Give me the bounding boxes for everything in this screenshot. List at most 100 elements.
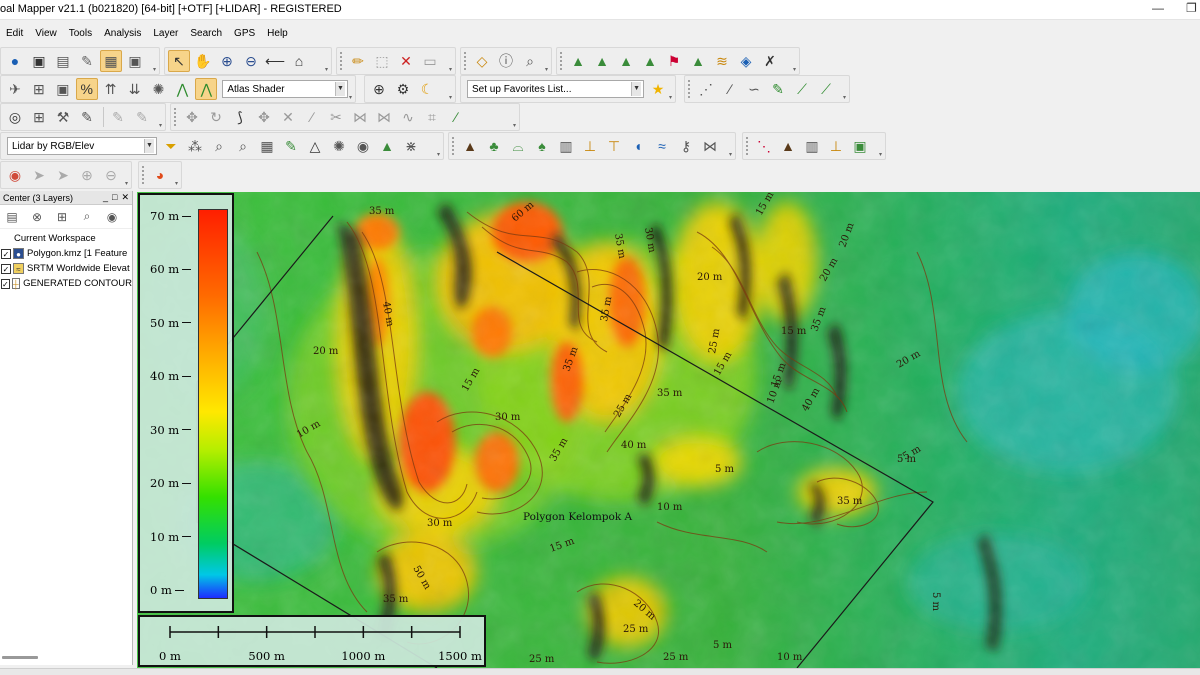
contour-icon[interactable]: ≋ [711, 50, 733, 72]
vegetation-icon[interactable]: ♣ [483, 135, 505, 157]
cut-icon[interactable]: ✂ [325, 106, 347, 128]
panel-maximize-button[interactable]: □ [112, 192, 117, 203]
menu-view[interactable]: View [29, 28, 63, 39]
overview-icon[interactable]: ▣ [124, 50, 146, 72]
select-cursor-icon[interactable]: ↖ [168, 50, 190, 72]
toolbar-overflow-icon[interactable]: ▾ [325, 66, 331, 74]
toolbar-overflow-icon[interactable]: ▾ [449, 94, 455, 102]
toolbar-grip[interactable] [464, 52, 467, 70]
snap-icon[interactable]: ∕ [301, 106, 323, 128]
panel-close-button[interactable]: ✕ [121, 192, 129, 203]
gps-arrow-icon[interactable]: ➤ [52, 164, 74, 186]
panel-scrollbar[interactable] [2, 656, 38, 659]
toolbar-grip[interactable] [560, 52, 563, 70]
record-icon[interactable]: ◉ [4, 164, 26, 186]
point-draw-icon[interactable]: ⋰ [695, 78, 717, 100]
toolbar-overflow-icon[interactable]: ▾ [349, 94, 355, 102]
target-icon[interactable]: ◎ [4, 106, 26, 128]
workspace-icon[interactable]: ▤ [52, 50, 74, 72]
toolbar-overflow-icon[interactable]: ▾ [843, 94, 849, 102]
save-icon[interactable]: ▣ [28, 50, 50, 72]
pie-chart-icon[interactable]: ◕ [149, 164, 171, 186]
menu-layer[interactable]: Layer [147, 28, 184, 39]
map-view[interactable]: 35 m 60 m 30 m 35 m 15 m 20 m 20 m 40 m … [137, 192, 1200, 668]
info-icon[interactable]: ⓘ [495, 50, 517, 72]
scale-icon[interactable]: ✕ [277, 106, 299, 128]
elev-marker-icon[interactable]: ⊥ [825, 135, 847, 157]
lidar-edit-icon[interactable]: ✎ [280, 135, 302, 157]
reshape-icon[interactable]: ⟆ [229, 106, 251, 128]
lidar-select-icon[interactable]: ⌕ [232, 135, 254, 157]
gps-remove-icon[interactable]: ⊖ [100, 164, 122, 186]
toolbar-overflow-icon[interactable]: ▾ [449, 66, 455, 74]
home-icon[interactable]: ⌂ [288, 50, 310, 72]
transect-icon[interactable]: ▥ [801, 135, 823, 157]
terrain-icon[interactable]: ▲ [567, 50, 589, 72]
merge-icon[interactable]: ⋈ [349, 106, 371, 128]
toolbar-grip[interactable] [452, 137, 455, 155]
menu-edit[interactable]: Edit [0, 28, 29, 39]
toolbar-grip[interactable] [746, 137, 749, 155]
rotate-icon[interactable]: ↻ [205, 106, 227, 128]
crop-icon[interactable]: ⌗ [421, 106, 443, 128]
elevation-down-icon[interactable]: ⇊ [124, 78, 146, 100]
join-line-icon[interactable]: ⟋ [815, 78, 837, 100]
view-layer-icon[interactable]: ◉ [102, 210, 122, 224]
terrain-slope-icon[interactable]: ▲ [687, 50, 709, 72]
config-gear-icon[interactable]: ⚙ [392, 78, 414, 100]
terrain-screen-icon[interactable]: ▣ [849, 135, 871, 157]
view-shed-icon[interactable]: ⚑ [663, 50, 685, 72]
zoom-in-icon[interactable]: ⊕ [216, 50, 238, 72]
gps-add-icon[interactable]: ⊕ [76, 164, 98, 186]
percent-icon[interactable]: % [75, 78, 98, 100]
menu-analysis[interactable]: Analysis [98, 28, 147, 39]
toolbar-overflow-icon[interactable]: ▾ [669, 94, 675, 102]
powerline-icon[interactable]: ⊤ [603, 135, 625, 157]
menu-help[interactable]: Help [261, 28, 294, 39]
vertex-edit-icon[interactable]: ⬚ [371, 50, 393, 72]
layer-checkbox[interactable]: ✓ [1, 263, 11, 274]
volume-icon[interactable]: ▲ [615, 50, 637, 72]
layer-options-icon[interactable]: ▤ [2, 210, 22, 224]
layer-checkbox[interactable]: ✓ [1, 248, 11, 259]
chevron-down-icon[interactable]: ▼ [334, 82, 345, 96]
wrench-icon[interactable]: ✎ [76, 50, 98, 72]
grid-cut-icon[interactable]: ⊞ [28, 106, 50, 128]
menu-gps[interactable]: GPS [228, 28, 261, 39]
offset-icon[interactable]: ⋈ [373, 106, 395, 128]
favorites-select[interactable]: Set up Favorites List... ▼ [467, 80, 645, 98]
ruler-icon[interactable]: ◇ [471, 50, 493, 72]
layer-item[interactable]: ✓ ≈ SRTM Worldwide Elevat [0, 261, 132, 276]
toolbar-overflow-icon[interactable]: ▾ [793, 66, 799, 74]
smooth-icon[interactable]: ∿ [397, 106, 419, 128]
key-icon[interactable]: ⚷ [675, 135, 697, 157]
line-draw-icon[interactable]: ∕ [719, 78, 741, 100]
terrain-path-icon[interactable]: ▲ [591, 50, 613, 72]
toolbar-overflow-icon[interactable]: ▾ [513, 122, 519, 130]
split-line-icon[interactable]: ⟋ [791, 78, 813, 100]
delete-feature-icon[interactable]: ✕ [395, 50, 417, 72]
zoom-out-icon[interactable]: ⊖ [240, 50, 262, 72]
triangle-icon[interactable]: △ [304, 135, 326, 157]
toolbar-overflow-icon[interactable]: ▾ [153, 66, 159, 74]
point-cloud-icon[interactable]: ⁂ [184, 135, 206, 157]
chevron-down-icon[interactable]: ▼ [144, 139, 154, 153]
close-layer-icon[interactable]: ⊗ [27, 210, 47, 224]
lidar-sphere-icon[interactable]: ◉ [352, 135, 374, 157]
breakline-icon[interactable]: ⋈ [699, 135, 721, 157]
sun-icon[interactable]: ✺ [148, 78, 170, 100]
move-vertex-icon[interactable]: ✥ [253, 106, 275, 128]
star-icon[interactable]: ★ [647, 78, 669, 100]
toolbar-overflow-icon[interactable]: ▾ [175, 180, 181, 188]
toolbar-grip[interactable] [340, 52, 343, 70]
building-icon[interactable]: ▥ [555, 135, 577, 157]
lidar-search-icon[interactable]: ⌕ [208, 135, 230, 157]
filter-icon[interactable]: ⏷ [160, 135, 182, 157]
toolbar-overflow-icon[interactable]: ▾ [879, 151, 885, 159]
find-icon[interactable]: ⌕ [519, 50, 541, 72]
3d-view-icon[interactable]: ◈ [735, 50, 757, 72]
minimize-button[interactable]: — [1152, 1, 1164, 15]
ground-icon[interactable]: ▲ [459, 135, 481, 157]
toolbar-overflow-icon[interactable]: ▾ [437, 151, 443, 159]
split-icon[interactable]: ⊞ [28, 78, 50, 100]
